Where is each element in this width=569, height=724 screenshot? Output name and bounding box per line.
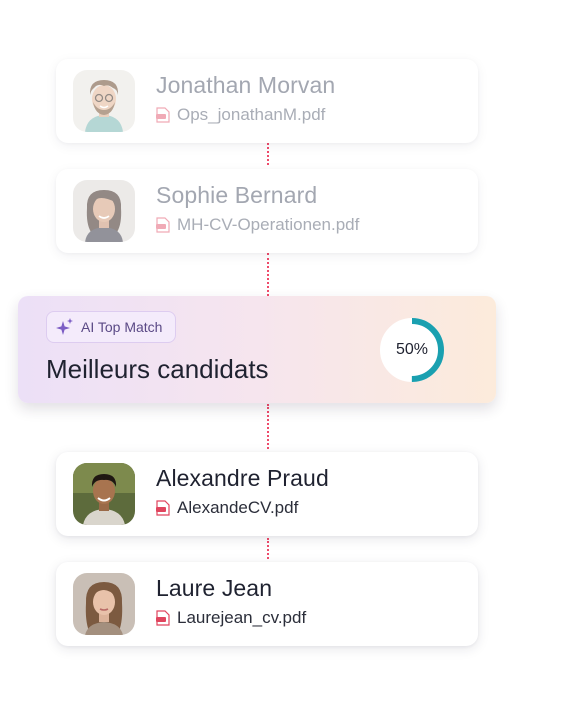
- candidate-card-laure[interactable]: Laure Jean Laurejean_cv.pdf: [56, 562, 478, 646]
- candidate-file-name: Ops_jonathanM.pdf: [177, 105, 326, 124]
- avatar: [73, 463, 135, 525]
- pdf-file-icon: [156, 217, 170, 233]
- candidate-file-name: AlexandeCV.pdf: [177, 498, 299, 517]
- candidate-file-link[interactable]: AlexandeCV.pdf: [156, 498, 298, 518]
- sparkle-icon: [56, 318, 73, 335]
- pdf-file-icon: [156, 610, 170, 626]
- candidate-name: Laure Jean: [156, 575, 273, 601]
- pdf-file-icon: [156, 500, 170, 516]
- pdf-file-icon: [156, 107, 170, 123]
- avatar: [73, 180, 135, 242]
- ai-top-match-panel: AI Top Match Meilleurs candidats 50%: [18, 296, 496, 403]
- connector-line: [267, 253, 269, 296]
- candidate-name: Sophie Bernard: [156, 182, 318, 208]
- candidate-file-name: MH-CV-Operationen.pdf: [177, 215, 360, 234]
- ai-top-match-badge: AI Top Match: [46, 311, 177, 343]
- match-score-label: 50%: [395, 341, 429, 358]
- connector-line: [267, 404, 269, 449]
- candidate-file-link[interactable]: MH-CV-Operationen.pdf: [156, 215, 359, 235]
- candidate-card-alexandre[interactable]: Alexandre Praud AlexandeCV.pdf: [56, 452, 478, 536]
- avatar: [73, 70, 135, 132]
- candidate-name: Alexandre Praud: [156, 465, 329, 491]
- candidate-name: Jonathan Morvan: [156, 72, 336, 98]
- candidate-file-link[interactable]: Laurejean_cv.pdf: [156, 608, 306, 628]
- candidate-file-name: Laurejean_cv.pdf: [177, 608, 307, 627]
- match-title: Meilleurs candidats: [46, 354, 269, 384]
- badge-label: AI Top Match: [81, 319, 163, 335]
- avatar: [73, 573, 135, 635]
- connector-line: [267, 143, 269, 165]
- candidate-file-link[interactable]: Ops_jonathanM.pdf: [156, 105, 325, 125]
- connector-line: [267, 538, 269, 559]
- candidate-card-jonathan[interactable]: Jonathan Morvan Ops_jonathanM.pdf: [56, 59, 478, 143]
- candidate-card-sophie[interactable]: Sophie Bernard MH-CV-Operationen.pdf: [56, 169, 478, 253]
